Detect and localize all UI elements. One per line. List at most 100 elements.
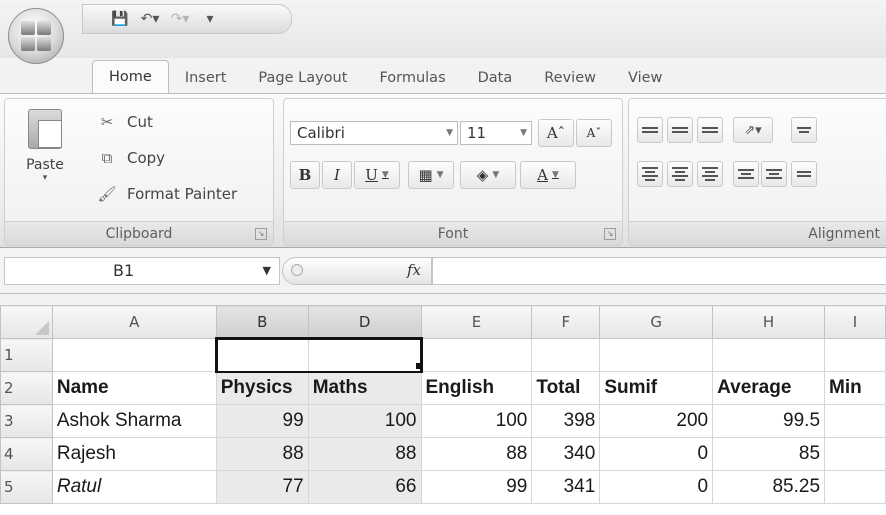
cell[interactable] bbox=[712, 338, 826, 372]
tab-data[interactable]: Data bbox=[462, 62, 529, 94]
formula-input[interactable] bbox=[432, 257, 886, 285]
cell[interactable]: 0 bbox=[599, 470, 714, 504]
cell[interactable]: 200 bbox=[599, 404, 714, 438]
cell[interactable]: 99 bbox=[420, 470, 533, 504]
cell-selected[interactable]: 88 bbox=[215, 437, 309, 471]
cell[interactable]: 99.5 bbox=[712, 404, 826, 438]
cut-button[interactable]: ✂ Cut bbox=[97, 109, 153, 135]
column-header[interactable]: F bbox=[531, 305, 601, 339]
cell[interactable] bbox=[824, 404, 886, 438]
cell[interactable]: Rajesh bbox=[51, 437, 217, 471]
cell[interactable] bbox=[531, 338, 601, 372]
row-header[interactable]: 2 bbox=[0, 371, 53, 405]
column-header[interactable]: E bbox=[420, 305, 533, 339]
column-header[interactable]: H bbox=[712, 305, 826, 339]
orientation-icon[interactable]: ⇗▾ bbox=[733, 117, 773, 143]
cell[interactable]: 85.25 bbox=[712, 470, 826, 504]
dialog-launcher-icon[interactable]: ↘ bbox=[604, 228, 616, 240]
font-color-button[interactable]: A ▼ bbox=[520, 161, 576, 189]
cell-selected[interactable]: 99 bbox=[215, 404, 309, 438]
cell[interactable] bbox=[824, 437, 886, 471]
chevron-down-icon[interactable]: ▼ bbox=[263, 258, 271, 284]
cell-selected[interactable]: 77 bbox=[215, 470, 309, 504]
column-header[interactable]: A bbox=[51, 305, 217, 339]
cell[interactable]: Sumif bbox=[599, 371, 714, 405]
cell[interactable]: 398 bbox=[531, 404, 601, 438]
cell-selected[interactable]: 100 bbox=[307, 404, 422, 438]
copy-button[interactable]: ⧉ Copy bbox=[97, 145, 165, 171]
cell[interactable] bbox=[51, 338, 217, 372]
cell[interactable]: Ashok Sharma bbox=[51, 404, 217, 438]
tab-home[interactable]: Home bbox=[92, 60, 169, 94]
cell[interactable]: 340 bbox=[531, 437, 601, 471]
cell-selected[interactable]: Maths bbox=[307, 371, 422, 405]
italic-button[interactable]: I bbox=[322, 161, 352, 189]
row-header[interactable]: 3 bbox=[0, 404, 53, 438]
tab-review[interactable]: Review bbox=[528, 62, 612, 94]
chevron-down-icon[interactable]: ▾ bbox=[15, 173, 75, 183]
row-header[interactable]: 4 bbox=[0, 437, 53, 471]
underline-button[interactable]: U ▼ bbox=[354, 161, 400, 189]
cell[interactable] bbox=[824, 338, 886, 372]
merge-center-icon[interactable] bbox=[791, 161, 817, 187]
cell-selected[interactable]: 88 bbox=[307, 437, 422, 471]
undo-icon[interactable]: ↶▾ bbox=[139, 9, 161, 29]
select-all-corner[interactable] bbox=[0, 305, 53, 339]
expand-handle-icon[interactable] bbox=[291, 264, 303, 276]
column-header[interactable]: I bbox=[824, 305, 886, 339]
font-size-combo[interactable]: 11 ▼ bbox=[460, 121, 532, 145]
cell-selected[interactable] bbox=[307, 337, 423, 373]
cell[interactable]: Total bbox=[531, 371, 601, 405]
tab-formulas[interactable]: Formulas bbox=[363, 62, 461, 94]
cell-selected[interactable]: Physics bbox=[215, 371, 309, 405]
cell[interactable]: Average bbox=[712, 371, 826, 405]
format-painter-button[interactable]: 🖌 Format Painter bbox=[97, 181, 237, 207]
cell[interactable]: 88 bbox=[420, 437, 533, 471]
cell[interactable]: 341 bbox=[531, 470, 601, 504]
redo-icon[interactable]: ↷▾ bbox=[169, 9, 191, 29]
dialog-launcher-icon[interactable]: ↘ bbox=[255, 228, 267, 240]
decrease-indent-icon[interactable] bbox=[733, 161, 759, 187]
column-header[interactable]: B bbox=[215, 305, 309, 339]
align-right-icon[interactable] bbox=[697, 161, 723, 187]
bold-button[interactable]: B bbox=[290, 161, 320, 189]
align-center-icon[interactable] bbox=[667, 161, 693, 187]
cell[interactable]: 100 bbox=[420, 404, 533, 438]
fill-color-button[interactable]: ◈ ▼ bbox=[460, 161, 516, 189]
shrink-font-button[interactable]: Aˇ bbox=[576, 119, 612, 147]
align-bottom-icon[interactable] bbox=[697, 117, 723, 143]
cell[interactable]: Name bbox=[51, 371, 217, 405]
fill-handle[interactable] bbox=[416, 363, 422, 369]
align-middle-icon[interactable] bbox=[667, 117, 693, 143]
grow-font-button[interactable]: Aˆ bbox=[538, 119, 574, 147]
cell[interactable]: 0 bbox=[599, 437, 714, 471]
cell-selected[interactable]: 66 bbox=[307, 470, 422, 504]
column-header[interactable]: D bbox=[307, 305, 422, 339]
cell[interactable]: Min bbox=[824, 371, 886, 405]
row-header[interactable]: 1 bbox=[0, 338, 53, 372]
cell[interactable] bbox=[420, 338, 533, 372]
cell-selected[interactable] bbox=[214, 337, 309, 373]
tab-insert[interactable]: Insert bbox=[169, 62, 243, 94]
tab-page-layout[interactable]: Page Layout bbox=[242, 62, 363, 94]
cell[interactable]: 85 bbox=[712, 437, 826, 471]
customize-toolbar-icon[interactable]: ▾ bbox=[199, 9, 221, 29]
increase-indent-icon[interactable] bbox=[761, 161, 787, 187]
align-top-icon[interactable] bbox=[637, 117, 663, 143]
row-header[interactable]: 5 bbox=[0, 470, 53, 504]
wrap-text-icon[interactable] bbox=[791, 117, 817, 143]
font-name-combo[interactable]: Calibri ▼ bbox=[290, 121, 458, 145]
borders-button[interactable]: ▦ ▼ bbox=[408, 161, 454, 189]
align-left-icon[interactable] bbox=[637, 161, 663, 187]
save-icon[interactable]: 💾 bbox=[109, 9, 131, 29]
insert-function-icon[interactable]: fx bbox=[407, 261, 421, 279]
tab-view[interactable]: View bbox=[612, 62, 678, 94]
cell[interactable] bbox=[824, 470, 886, 504]
cell[interactable]: Ratul bbox=[51, 470, 217, 504]
column-header[interactable]: G bbox=[599, 305, 714, 339]
cell[interactable]: English bbox=[420, 371, 533, 405]
name-box[interactable]: B1 ▼ bbox=[4, 257, 280, 285]
office-button[interactable] bbox=[8, 8, 64, 64]
cell[interactable] bbox=[599, 338, 714, 372]
paste-button[interactable]: Paste ▾ bbox=[15, 109, 75, 209]
